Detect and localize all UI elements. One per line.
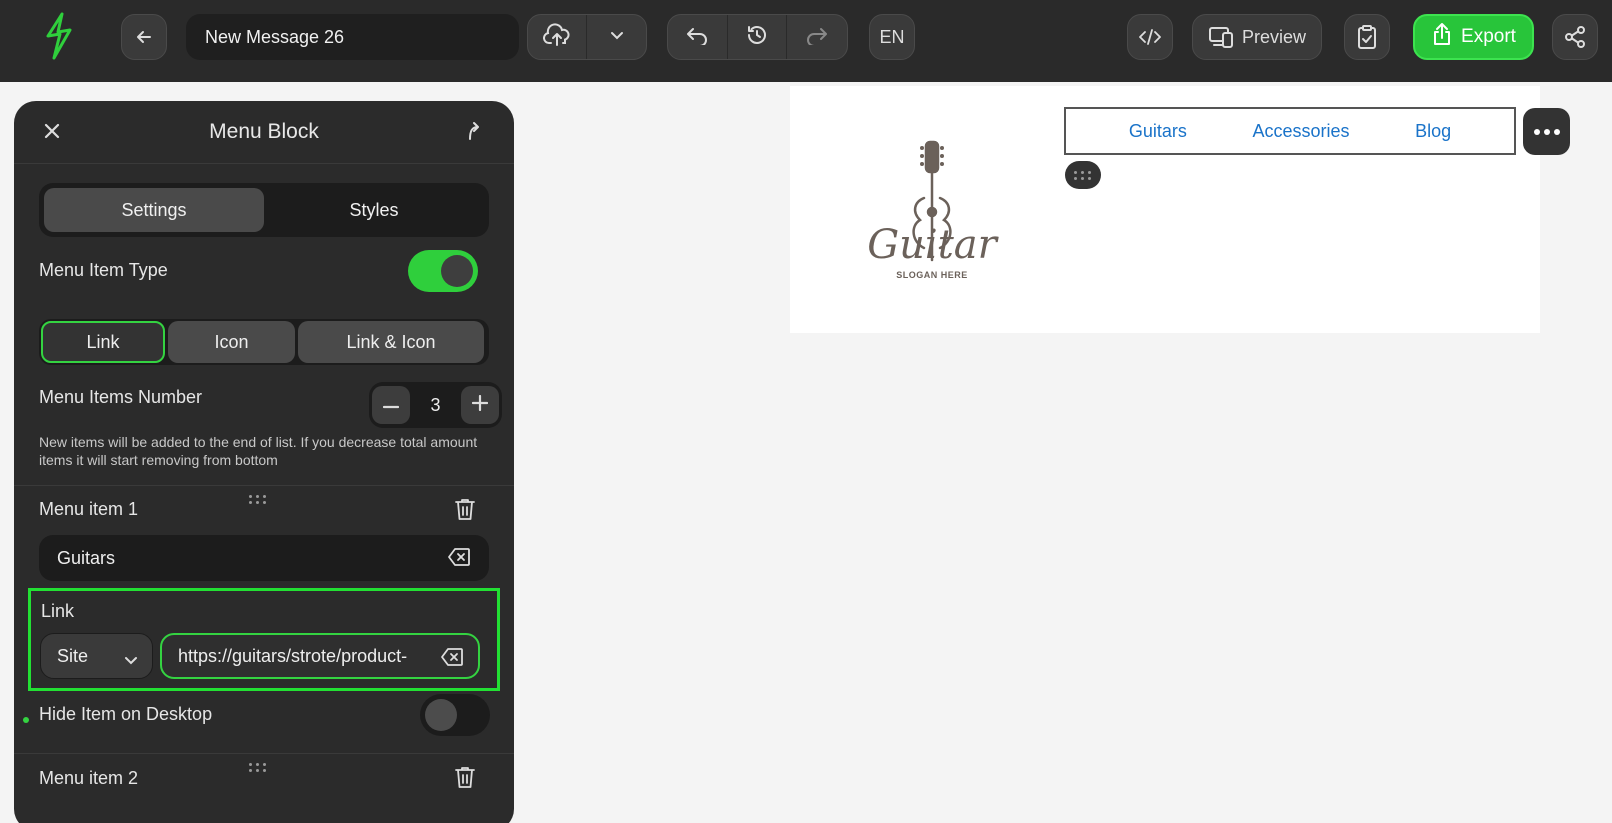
close-icon[interactable] xyxy=(40,119,64,143)
chevron-down-icon xyxy=(124,650,138,671)
undo-icon xyxy=(685,25,709,50)
logo-word: Guitar xyxy=(867,222,997,268)
save-menu-button[interactable] xyxy=(587,15,646,59)
message-title-input[interactable]: New Message 26 xyxy=(186,14,519,60)
link-url-value: https://guitars/strote/product- xyxy=(178,645,408,666)
menu-item-1-text-input[interactable]: Guitars xyxy=(39,535,489,581)
settings-panel: Menu Block Settings Styles Menu Item Typ… xyxy=(14,101,514,823)
export-button[interactable]: Export xyxy=(1413,14,1534,60)
brand-logo-icon[interactable] xyxy=(40,12,80,62)
type-option-icon[interactable]: Icon xyxy=(168,321,295,363)
menu-link-2[interactable]: Accessories xyxy=(1252,121,1349,142)
divider xyxy=(14,485,514,486)
divider xyxy=(14,753,514,754)
link-url-input[interactable]: https://guitars/strote/product- xyxy=(160,633,480,679)
active-indicator xyxy=(23,717,29,723)
redo-button[interactable] xyxy=(787,15,847,59)
more-options-button[interactable] xyxy=(1523,108,1570,155)
upload-icon xyxy=(1431,22,1453,52)
menu-block[interactable]: Guitars Accessories Blog xyxy=(1064,107,1516,155)
plus-icon xyxy=(471,394,489,416)
test-button[interactable] xyxy=(1344,14,1390,60)
menu-item-type-selector: Link Icon Link & Icon xyxy=(39,319,489,365)
preview-label: Preview xyxy=(1241,26,1307,47)
menu-item-type-toggle[interactable] xyxy=(408,250,478,292)
top-toolbar: New Message 26 EN Preview Export xyxy=(0,0,1612,82)
trash-icon[interactable] xyxy=(454,497,476,521)
history-icon xyxy=(745,23,769,52)
link-settings-box: Link Site https://guitars/strote/product… xyxy=(28,588,500,691)
undo-button[interactable] xyxy=(668,15,728,59)
link-type-value: Site xyxy=(57,645,89,666)
menu-link-3[interactable]: Blog xyxy=(1415,121,1451,142)
menu-link-1[interactable]: Guitars xyxy=(1129,121,1187,142)
back-button[interactable] xyxy=(121,14,167,60)
cloud-upload-icon xyxy=(543,22,571,52)
preview-button[interactable]: Preview xyxy=(1192,14,1322,60)
menu-items-number-label: Menu Items Number xyxy=(39,387,203,407)
guitar-logo[interactable]: Guitar SLOGAN HERE xyxy=(862,140,1002,305)
link-label: Link xyxy=(41,601,75,621)
tab-settings[interactable]: Settings xyxy=(44,188,264,232)
type-option-link-icon[interactable]: Link & Icon xyxy=(298,321,484,363)
decrement-button[interactable] xyxy=(372,386,410,424)
history-button[interactable] xyxy=(728,15,788,59)
clear-icon[interactable] xyxy=(447,547,471,572)
more-dot xyxy=(1533,128,1540,135)
hide-on-desktop-toggle[interactable] xyxy=(420,694,490,736)
menu-item-1-text: Guitars xyxy=(57,547,116,568)
export-label: Export xyxy=(1461,26,1516,47)
panel-header: Menu Block xyxy=(14,101,514,164)
toggle-knob xyxy=(425,699,457,731)
share-icon xyxy=(1564,26,1586,48)
chevron-down-icon xyxy=(609,28,625,46)
toggle-knob xyxy=(441,255,473,287)
redo-icon xyxy=(805,25,829,50)
menu-items-count[interactable]: 3 xyxy=(430,395,440,416)
more-dot xyxy=(1543,128,1550,135)
code-icon xyxy=(1137,27,1163,47)
language-button[interactable]: EN xyxy=(869,14,915,60)
code-button[interactable] xyxy=(1127,14,1173,60)
arrow-left-icon xyxy=(134,27,154,47)
collapse-icon[interactable] xyxy=(464,119,488,143)
history-group xyxy=(667,14,848,60)
panel-tabs: Settings Styles xyxy=(39,183,489,237)
link-type-select[interactable]: Site xyxy=(40,633,153,679)
devices-icon xyxy=(1208,25,1234,49)
block-drag-handle[interactable] xyxy=(1065,161,1101,189)
save-group xyxy=(527,14,647,60)
more-dot xyxy=(1553,128,1560,135)
menu-item-1-label: Menu item 1 xyxy=(39,499,139,519)
grip-icon xyxy=(1074,170,1092,180)
tab-styles[interactable]: Styles xyxy=(264,188,484,232)
clear-icon[interactable] xyxy=(440,647,464,672)
save-button[interactable] xyxy=(528,15,588,59)
increment-button[interactable] xyxy=(460,386,499,424)
menu-items-hint: New items will be added to the end of li… xyxy=(39,434,478,468)
clipboard-check-icon xyxy=(1356,24,1378,50)
panel-title: Menu Block xyxy=(209,120,319,143)
menu-item-2-label: Menu item 2 xyxy=(39,768,139,788)
grip-icon[interactable] xyxy=(249,763,267,772)
menu-item-type-label: Menu Item Type xyxy=(39,260,168,280)
type-option-link[interactable]: Link xyxy=(41,321,165,363)
grip-icon[interactable] xyxy=(249,495,267,504)
menu-items-stepper: 3 xyxy=(369,382,502,428)
hide-on-desktop-label: Hide Item on Desktop xyxy=(39,704,213,724)
minus-icon xyxy=(382,396,400,414)
share-button[interactable] xyxy=(1552,14,1598,60)
logo-slogan: SLOGAN HERE xyxy=(896,270,968,280)
trash-icon[interactable] xyxy=(454,765,476,789)
